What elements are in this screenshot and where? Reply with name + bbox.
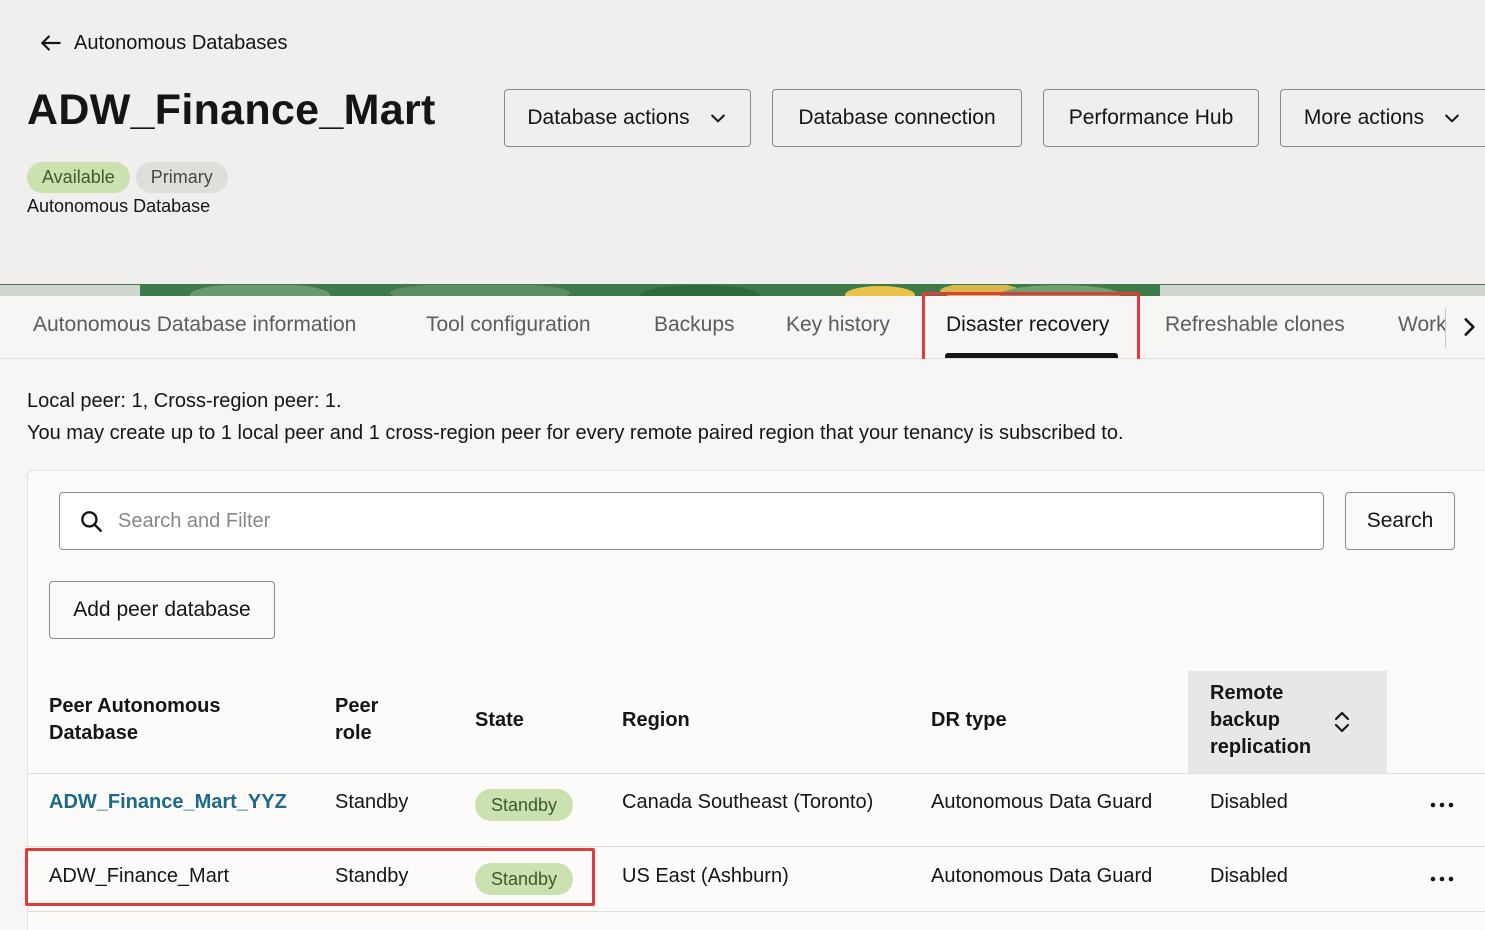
remote-backup-cell: Disabled [1210, 791, 1288, 813]
status-badge: Available [27, 162, 130, 193]
column-header-remote-backup-replication[interactable]: Remote backup replication [1210, 680, 1311, 761]
state-badge: Standby [475, 863, 574, 895]
peer-counts-text: Local peer: 1, Cross-region peer: 1. [27, 390, 342, 412]
chevron-down-icon [1445, 114, 1459, 123]
column-header-line: Peer Autonomous [49, 695, 221, 717]
active-tab-indicator [945, 353, 1118, 358]
tab-scroll-divider [1445, 308, 1446, 348]
add-peer-database-button[interactable]: Add peer database [49, 581, 275, 639]
back-link-label: Autonomous Databases [74, 31, 288, 54]
page-title: ADW_Finance_Mart [27, 86, 436, 134]
arrow-left-icon [41, 35, 61, 51]
region-cell: US East (Ashburn) [622, 865, 789, 887]
tab-tool-configuration[interactable]: Tool configuration [426, 296, 591, 359]
table-divider [27, 773, 1485, 774]
peer-role-cell: Standby [335, 791, 409, 813]
more-horizontal-icon[interactable] [1427, 795, 1457, 815]
role-badge: Primary [135, 162, 228, 193]
column-header-dr-type[interactable]: DR type [931, 707, 1007, 734]
tab-key-history[interactable]: Key history [786, 296, 890, 359]
status-badges: Available Primary [27, 162, 228, 193]
more-horizontal-icon[interactable] [1427, 869, 1457, 889]
more-actions-label: More actions [1303, 106, 1425, 129]
table-divider [27, 911, 1485, 912]
peer-database-name: ADW_Finance_Mart [49, 865, 230, 887]
column-header-peer-role[interactable]: Peer role [335, 693, 378, 747]
search-icon [81, 511, 102, 532]
tab-disaster-recovery[interactable]: Disaster recovery [946, 296, 1109, 359]
database-connection-button[interactable]: Database connection [772, 89, 1022, 147]
column-header-line: backup [1210, 709, 1281, 731]
column-header-region[interactable]: Region [622, 707, 690, 734]
search-input[interactable] [118, 509, 1268, 533]
column-header-line: replication [1210, 736, 1312, 758]
tab-autonomous-database-information[interactable]: Autonomous Database information [33, 296, 356, 359]
state-badge: Standby [475, 789, 574, 821]
search-field[interactable] [59, 492, 1324, 550]
tab-refreshable-clones[interactable]: Refreshable clones [1165, 296, 1345, 359]
dr-type-cell: Autonomous Data Guard [931, 865, 1153, 887]
remote-backup-cell: Disabled [1210, 865, 1288, 887]
sort-icon[interactable] [1330, 709, 1354, 735]
database-actions-button[interactable]: Database actions [504, 89, 751, 147]
resource-type-label: Autonomous Database [27, 196, 211, 216]
back-link[interactable]: Autonomous Databases [38, 30, 287, 56]
more-actions-button[interactable]: More actions [1280, 89, 1485, 147]
database-connection-label: Database connection [798, 106, 996, 129]
region-cell: Canada Southeast (Toronto) [622, 791, 874, 813]
column-header-line: Remote [1210, 682, 1284, 704]
database-actions-label: Database actions [527, 106, 690, 129]
dr-type-cell: Autonomous Data Guard [931, 791, 1153, 813]
tab-backups[interactable]: Backups [654, 296, 735, 359]
column-header-line: Peer [335, 695, 379, 717]
peer-database-link[interactable]: ADW_Finance_Mart_YYZ [49, 791, 287, 814]
column-header-state[interactable]: State [475, 707, 524, 734]
decorative-banner [0, 284, 1485, 296]
performance-hub-button[interactable]: Performance Hub [1043, 89, 1259, 147]
column-header-line: role [335, 722, 372, 744]
search-button[interactable]: Search [1345, 492, 1455, 550]
chevron-right-icon[interactable] [1456, 314, 1482, 340]
peer-role-cell: Standby [335, 865, 409, 887]
page-header: Autonomous Databases ADW_Finance_Mart Av… [0, 0, 1485, 284]
peer-limit-note: You may create up to 1 local peer and 1 … [27, 422, 1124, 444]
table-divider [27, 846, 1485, 847]
column-header-line: Database [49, 722, 138, 744]
performance-hub-label: Performance Hub [1068, 106, 1234, 129]
tab-work[interactable]: Work [1398, 296, 1446, 358]
tab-bar: Autonomous Database information Tool con… [0, 296, 1485, 359]
chevron-down-icon [710, 114, 725, 123]
tab-overflow-clip: Work [1398, 296, 1446, 358]
column-header-peer-database[interactable]: Peer Autonomous Database [49, 693, 221, 747]
